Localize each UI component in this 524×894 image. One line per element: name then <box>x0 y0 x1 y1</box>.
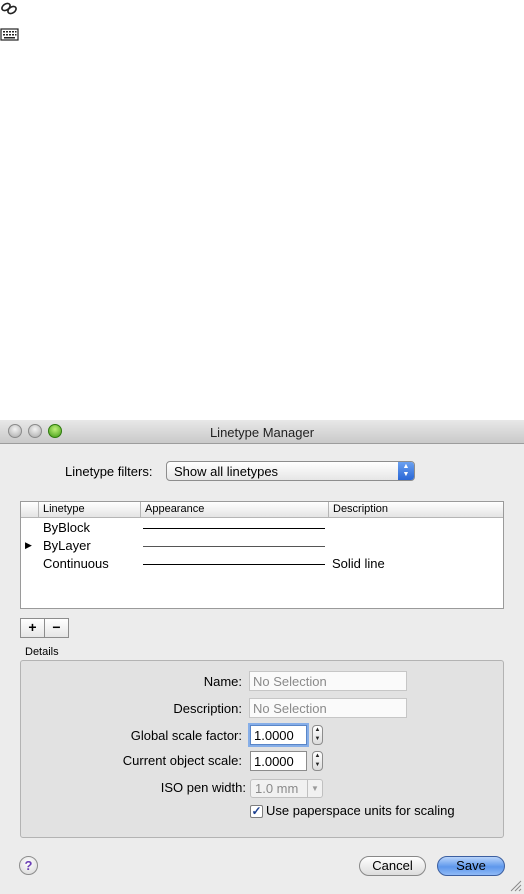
global-scale-label: Global scale factor: <box>130 728 242 743</box>
description-label: Description: <box>173 701 242 716</box>
remove-linetype-button[interactable]: − <box>45 619 68 637</box>
name-label: Name: <box>203 674 242 689</box>
table-header: Linetype Appearance Description <box>21 502 503 518</box>
add-remove-buttons: + − <box>20 618 69 638</box>
linetype-table[interactable]: Linetype Appearance Description ByBlock … <box>20 501 504 609</box>
linetype-filters-value: Show all linetypes <box>174 464 279 479</box>
description-field[interactable]: No Selection <box>249 698 407 718</box>
column-header-appearance[interactable]: Appearance <box>145 503 204 515</box>
cancel-button[interactable]: Cancel <box>359 856 426 876</box>
table-row[interactable]: ▶ ByLayer <box>21 537 503 555</box>
object-scale-label: Current object scale: <box>122 753 242 768</box>
linetype-name: Continuous <box>43 556 109 571</box>
object-scale-input[interactable]: 1.0000 <box>250 751 307 771</box>
add-linetype-button[interactable]: + <box>21 619 45 637</box>
details-section-label: Details <box>25 646 59 658</box>
global-scale-stepper[interactable]: ▲ ▼ <box>312 725 323 745</box>
linetype-description: Solid line <box>332 556 385 571</box>
linetype-filters-label: Linetype filters: <box>65 464 153 479</box>
help-button[interactable]: ? <box>19 856 38 875</box>
linetype-name: ByLayer <box>43 538 91 553</box>
select-arrows-icon: ▲ ▼ <box>398 462 414 480</box>
object-scale-stepper[interactable]: ▲ ▼ <box>312 751 323 771</box>
title-bar[interactable]: Linetype Manager <box>0 420 524 444</box>
window-title: Linetype Manager <box>209 425 315 440</box>
disclosure-triangle-icon[interactable]: ▶ <box>25 540 32 551</box>
iso-pen-width-label: ISO pen width: <box>160 780 246 795</box>
save-button[interactable]: Save <box>437 856 505 876</box>
column-header-linetype[interactable]: Linetype <box>43 503 85 515</box>
table-row[interactable]: ByBlock <box>21 519 503 537</box>
iso-pen-width-value: 1.0 mm <box>255 781 299 796</box>
paperspace-label[interactable]: Use paperspace units for scaling <box>266 803 455 818</box>
details-panel: Name: No Selection Description: No Selec… <box>20 660 504 838</box>
name-field[interactable]: No Selection <box>249 671 407 691</box>
linetype-name: ByBlock <box>43 520 90 535</box>
chevron-down-icon: ▼ <box>307 780 322 797</box>
linetype-appearance <box>143 528 325 529</box>
resize-grip-icon[interactable] <box>510 880 522 892</box>
linetype-appearance <box>143 564 325 565</box>
paperspace-checkbox[interactable]: ✓ <box>250 805 263 818</box>
linetype-filters-select[interactable]: Show all linetypes ▲ ▼ <box>166 461 415 481</box>
keyboard-icon[interactable] <box>0 26 20 44</box>
column-header-description[interactable]: Description <box>333 503 388 515</box>
linetype-appearance <box>143 546 325 547</box>
linetype-manager-dialog: Linetype Manager Linetype filters: Show … <box>0 420 524 894</box>
global-scale-input[interactable]: 1.0000 <box>250 725 307 745</box>
iso-pen-width-select[interactable]: 1.0 mm ▼ <box>250 779 323 798</box>
link-tool-icon[interactable] <box>0 0 20 18</box>
table-row[interactable]: Continuous Solid line <box>21 555 503 573</box>
